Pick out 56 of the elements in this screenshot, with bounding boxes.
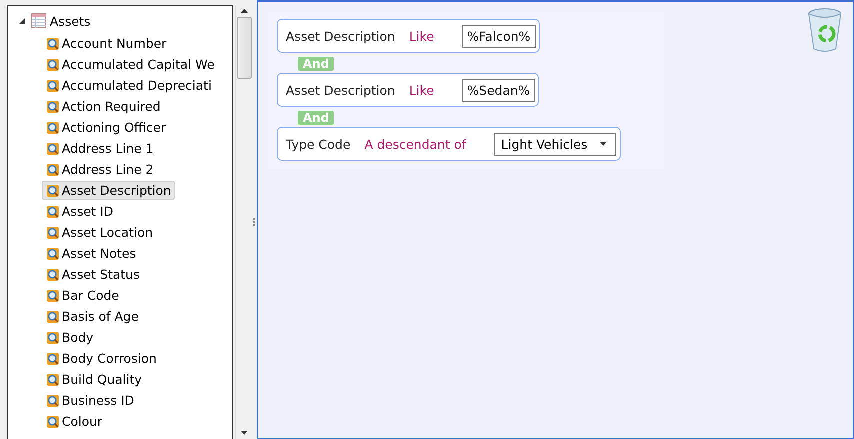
- field-icon: [46, 268, 60, 282]
- field-icon: [46, 78, 60, 92]
- field-label: Asset Description: [286, 28, 396, 44]
- tree-item[interactable]: Basis of Age: [42, 307, 143, 326]
- tree-item[interactable]: Asset Location: [42, 223, 158, 242]
- value-dropdown[interactable]: Light Vehicles: [494, 132, 616, 156]
- tree-item[interactable]: Address Line 1: [42, 139, 158, 158]
- field-icon: [46, 330, 60, 344]
- value-field[interactable]: %Falcon%: [462, 24, 536, 48]
- field-icon: [46, 414, 60, 428]
- field-icon: [46, 204, 60, 218]
- tree-item[interactable]: Accumulated Capital We: [42, 55, 219, 74]
- tree-item[interactable]: Accumulated Depreciati: [42, 76, 216, 95]
- tree-item[interactable]: Assets: [50, 14, 91, 28]
- field-icon: [46, 352, 60, 366]
- field-icon: [46, 288, 60, 302]
- operator-link[interactable]: A descendant of: [364, 136, 466, 152]
- operator-link[interactable]: Like: [409, 82, 434, 98]
- tree-item[interactable]: Build Quality: [42, 370, 146, 389]
- tree-item[interactable]: Body: [42, 328, 98, 347]
- field-icon: [46, 394, 60, 408]
- tree-item[interactable]: Actioning Officer: [42, 118, 170, 137]
- tree-item[interactable]: Action Required: [42, 97, 165, 116]
- recycle-bin-icon[interactable]: [807, 7, 843, 53]
- field-icon: [46, 58, 60, 72]
- field-icon: [46, 120, 60, 134]
- tree-item[interactable]: Asset Description: [42, 181, 176, 200]
- tree-item[interactable]: Asset Status: [42, 265, 144, 284]
- tree-item[interactable]: Address Line 2: [42, 160, 158, 179]
- field-icon: [46, 310, 60, 324]
- scroll-down-icon[interactable]: [240, 431, 248, 435]
- field-label: Asset Description: [286, 82, 396, 98]
- scroll-up-icon[interactable]: [240, 9, 248, 13]
- tree-item[interactable]: Bar Code: [42, 286, 124, 305]
- field-icon: [46, 36, 60, 50]
- value-field[interactable]: %Sedan%: [462, 78, 536, 102]
- operator-link[interactable]: Like: [409, 28, 434, 44]
- field-icon: [46, 372, 60, 386]
- scroll-thumb[interactable]: [236, 17, 252, 79]
- tree-item[interactable]: Body Corrosion: [42, 349, 161, 368]
- field-icon: [46, 142, 60, 156]
- expand-icon[interactable]: [18, 18, 28, 24]
- tree-item[interactable]: Colour: [42, 412, 107, 431]
- tree-item[interactable]: Asset ID: [42, 202, 118, 221]
- field-icon: [46, 100, 60, 114]
- field-icon: [46, 246, 60, 260]
- field-icon: [46, 226, 60, 240]
- tree-item[interactable]: Asset Notes: [42, 244, 140, 263]
- field-label: Type Code: [286, 136, 351, 152]
- splitter-handle[interactable]: [253, 218, 255, 226]
- table-icon: [31, 13, 47, 29]
- caret-icon: [600, 142, 607, 146]
- tree-item[interactable]: Business ID: [42, 391, 138, 410]
- field-icon: [46, 184, 60, 198]
- tree-item[interactable]: Account Number: [42, 34, 171, 53]
- field-icon: [46, 162, 60, 176]
